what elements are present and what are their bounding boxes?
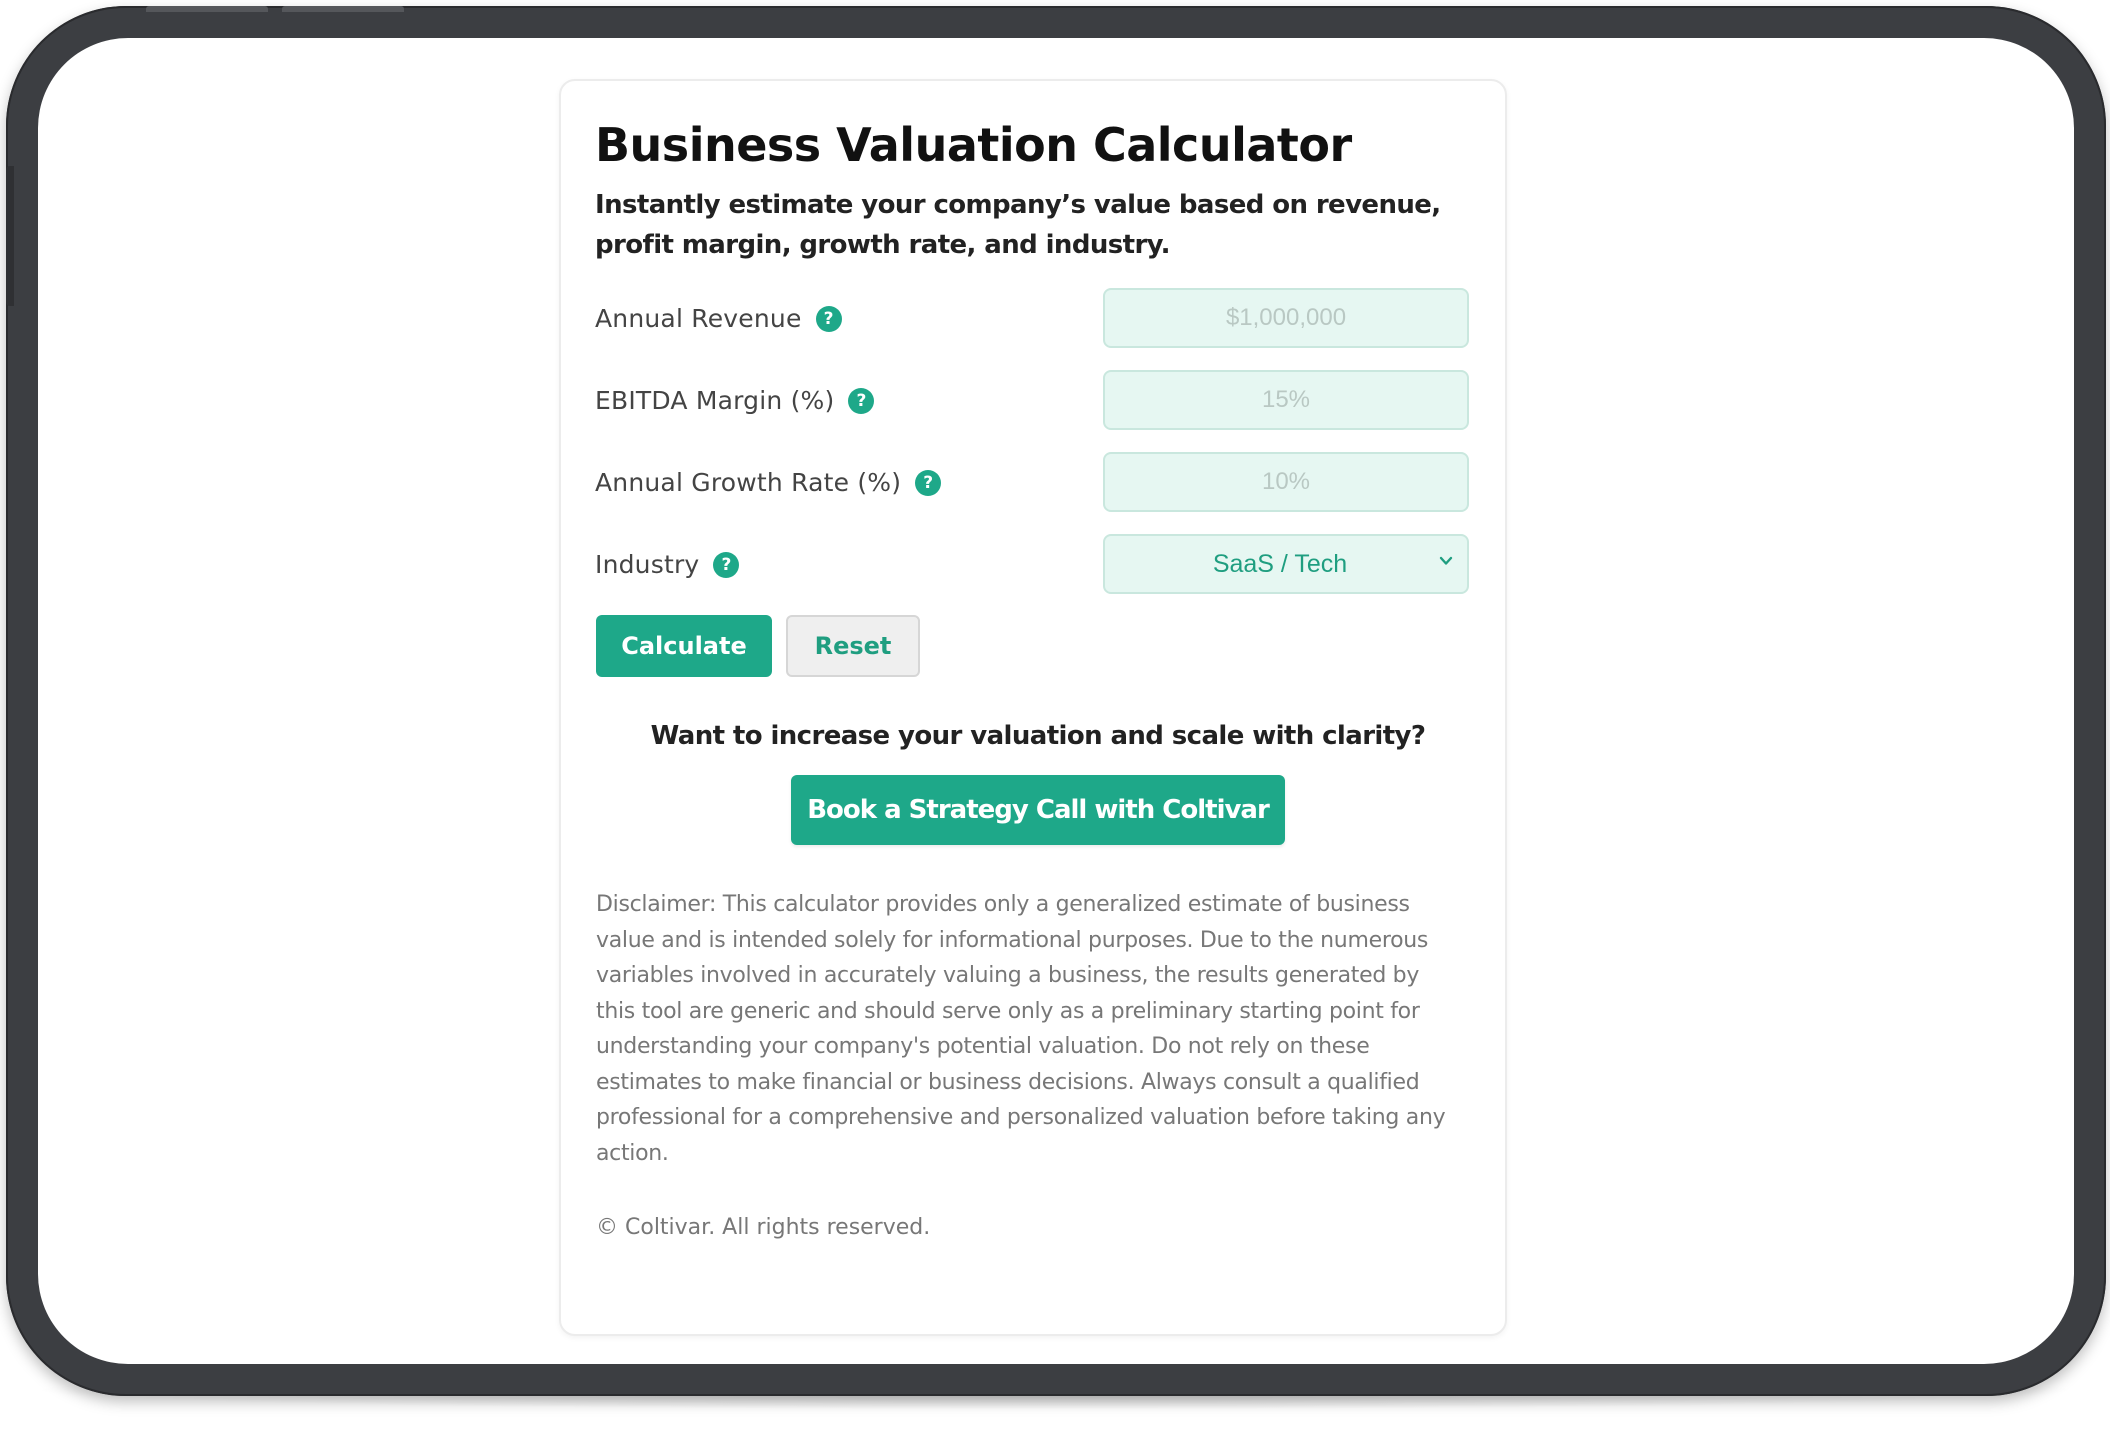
- form-row-industry: Industry ? SaaS / Tech: [595, 533, 1469, 595]
- industry-selected-value: SaaS / Tech: [1212, 549, 1348, 578]
- cta-container: Book a Strategy Call with Coltivar: [607, 775, 1469, 845]
- ebitda-label: EBITDA Margin (%): [595, 385, 835, 415]
- question-circle-icon[interactable]: ?: [848, 388, 875, 414]
- disclaimer-text: Disclaimer: This calculator provides onl…: [596, 892, 1446, 1166]
- tablet-volume-button: [146, 6, 268, 12]
- question-circle-icon[interactable]: ?: [915, 470, 942, 496]
- tablet-volume-button: [282, 6, 404, 12]
- reset-button[interactable]: Reset: [786, 615, 920, 677]
- stage: Business Valuation Calculator Instantly …: [0, 0, 2110, 1440]
- label-group: Annual Revenue ?: [595, 304, 842, 333]
- valuation-form: Annual Revenue ? EBITDA Margin (%) ?: [595, 287, 1469, 677]
- page-subtitle: Instantly estimate your company’s value …: [595, 190, 1441, 260]
- label-group: Annual Growth Rate (%) ?: [595, 467, 942, 497]
- tablet-screen: Business Valuation Calculator Instantly …: [38, 38, 2074, 1364]
- form-actions: Calculate Reset: [595, 615, 1469, 677]
- tablet-side-button: [6, 166, 14, 306]
- growth-label: Annual Growth Rate (%): [595, 467, 902, 497]
- page-title: Business Valuation Calculator: [595, 118, 1352, 172]
- calculate-button[interactable]: Calculate: [596, 615, 772, 677]
- book-strategy-call-button[interactable]: Book a Strategy Call with Coltivar: [791, 775, 1285, 845]
- industry-label: Industry: [595, 549, 700, 579]
- chevron-down-icon: [1439, 556, 1453, 565]
- cta-prompt: Want to increase your valuation and scal…: [650, 721, 1426, 751]
- revenue-label: Annual Revenue: [595, 303, 802, 333]
- growth-rate-input[interactable]: [1103, 452, 1469, 512]
- question-circle-icon[interactable]: ?: [815, 306, 842, 332]
- tablet-frame: Business Valuation Calculator Instantly …: [6, 6, 2106, 1396]
- label-group: EBITDA Margin (%) ?: [595, 385, 875, 415]
- form-row-revenue: Annual Revenue ?: [595, 287, 1469, 349]
- form-row-growth: Annual Growth Rate (%) ?: [595, 451, 1469, 513]
- question-circle-icon[interactable]: ?: [713, 552, 740, 578]
- copyright-footer: © Coltivar. All rights reserved.: [596, 1215, 931, 1240]
- form-row-ebitda: EBITDA Margin (%) ?: [595, 369, 1469, 431]
- industry-select[interactable]: SaaS / Tech: [1103, 534, 1469, 594]
- annual-revenue-input[interactable]: [1103, 288, 1469, 348]
- label-group: Industry ?: [595, 549, 740, 579]
- calculator-card: Business Valuation Calculator Instantly …: [559, 79, 1507, 1336]
- ebitda-margin-input[interactable]: [1103, 370, 1469, 430]
